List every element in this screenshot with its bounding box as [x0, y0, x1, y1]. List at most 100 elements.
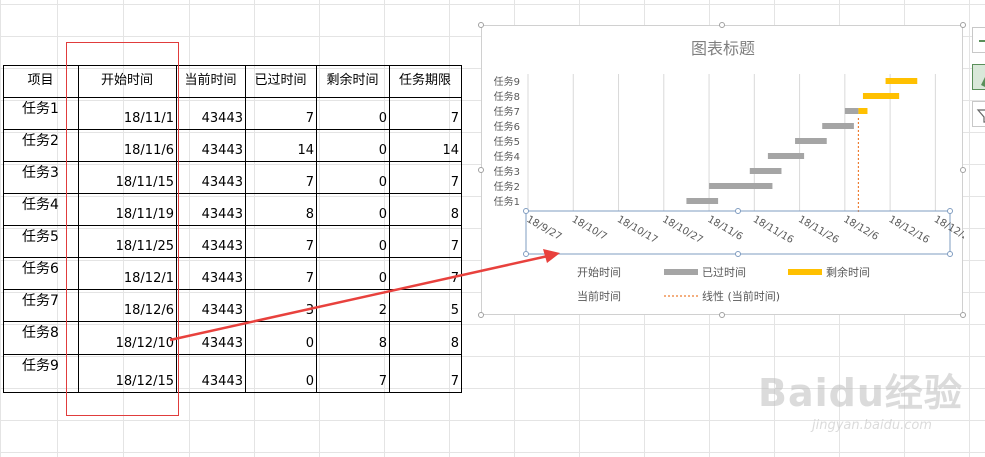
- legend-label: 已过时间: [702, 266, 746, 279]
- y-tick-label: 任务5: [494, 135, 520, 148]
- table-cell: 7: [450, 175, 459, 190]
- resize-handle-tl[interactable]: [478, 22, 484, 28]
- column-header: 剩余时间: [326, 73, 379, 88]
- watermark-url: jingyan.baidu.com: [812, 418, 932, 433]
- legend-label: 剩余时间: [826, 265, 870, 279]
- x-tick-label: 18/12/16: [887, 214, 931, 246]
- table-cell: 7: [305, 175, 314, 190]
- table-cell: 43443: [201, 143, 243, 158]
- table-cell: 7: [305, 239, 314, 254]
- table-cell: 0: [378, 271, 387, 286]
- watermark-logo: Baidu经验: [758, 362, 963, 417]
- x-tick-label: 18/11/16: [751, 214, 795, 246]
- x-tick-label: 18/12/6: [841, 214, 880, 243]
- resize-handle-bl[interactable]: [478, 312, 484, 318]
- table-cell: 7: [450, 374, 459, 389]
- axis-selection-handle: [947, 208, 953, 214]
- table-cell: 8: [305, 207, 314, 222]
- bar-elapsed: [767, 153, 805, 159]
- chart-canvas: 图表标题任务1任务2任务3任务4任务5任务6任务7任务8任务918/9/27 18…: [494, 39, 964, 303]
- table-vline: [245, 65, 246, 392]
- resize-handle-tm[interactable]: [719, 22, 725, 28]
- y-tick-label: 任务6: [494, 120, 520, 133]
- highlight-box-start-column: [66, 42, 179, 416]
- table-vline: [316, 65, 317, 392]
- bar-remaining: [862, 93, 900, 99]
- table-cell: 43443: [201, 207, 243, 222]
- table-cell: 7: [305, 111, 314, 126]
- axis-selection-handle: [523, 208, 529, 214]
- table-cell: 43443: [201, 175, 243, 190]
- bar-elapsed: [844, 108, 859, 114]
- table-cell: 8: [450, 207, 459, 222]
- resize-handle-mr[interactable]: [960, 167, 966, 173]
- table-vline: [389, 65, 390, 392]
- gantt-chart[interactable]: 图表标题 任务1 任务2 任务3 任务4 任务5 任务6 任务7 任务8 任务9 18/9/27 18…: [481, 25, 964, 315]
- y-tick-label: 任务2: [494, 180, 520, 193]
- bar-remaining: [858, 108, 868, 114]
- table-cell: 0: [378, 175, 387, 190]
- sheet-row-line: [0, 452, 985, 453]
- legend-label: 开始时间: [577, 265, 621, 279]
- table-cell: 7: [450, 271, 459, 286]
- bar-elapsed: [822, 123, 854, 129]
- column-header: 任务期限: [398, 73, 451, 88]
- resize-handle-bm[interactable]: [719, 312, 725, 318]
- axis-selection-handle: [947, 251, 953, 257]
- y-tick-label: 任务7: [494, 105, 520, 118]
- resize-handle-ml[interactable]: [478, 167, 484, 173]
- bar-elapsed: [709, 183, 773, 189]
- column-header: 当前时间: [184, 73, 237, 88]
- bar-remaining: [885, 78, 918, 84]
- bar-elapsed: [749, 168, 782, 174]
- x-tick-label: 18/9/27: [525, 214, 564, 243]
- bar-elapsed: [795, 138, 827, 144]
- y-tick-label: 任务8: [494, 90, 520, 103]
- x-tick-label: 18/10/7: [570, 214, 609, 243]
- table-cell: 43443: [201, 374, 243, 389]
- axis-selection-handle: [523, 251, 529, 257]
- x-tick-label: 18/12/26: [932, 214, 964, 246]
- axis-selection-handle: [735, 208, 741, 214]
- table-cell: 43443: [201, 271, 243, 286]
- column-header: 已过时间: [254, 73, 307, 88]
- table-cell: 2: [378, 303, 387, 318]
- table-cell: 0: [305, 374, 314, 389]
- table-vline: [461, 65, 462, 392]
- resize-handle-br[interactable]: [960, 312, 966, 318]
- table-cell: 0: [378, 239, 387, 254]
- x-tick-label: 18/10/17: [615, 214, 659, 246]
- table-cell: 7: [450, 239, 459, 254]
- x-tick-label: 18/10/27: [660, 214, 704, 246]
- table-cell: 43443: [201, 303, 243, 318]
- brush-icon: [981, 77, 985, 87]
- table-cell: 14: [297, 143, 314, 158]
- table-cell: 7: [305, 271, 314, 286]
- table-cell: 0: [378, 111, 387, 126]
- y-tick-label: 任务1: [494, 195, 520, 208]
- table-cell: 0: [378, 143, 387, 158]
- table-cell: 3: [305, 303, 314, 318]
- y-tick-label: 任务4: [494, 150, 520, 163]
- table-cell: 43443: [201, 336, 243, 351]
- chart-elements-button[interactable]: [972, 27, 985, 53]
- legend-label: 线性 (当前时间): [702, 289, 780, 303]
- x-tick-label: 18/11/6: [706, 214, 745, 243]
- sheet-row-line: [0, 4, 985, 5]
- table-cell: 8: [450, 336, 459, 351]
- x-tick-label: 18/11/26: [796, 214, 840, 246]
- plus-icon: [979, 40, 985, 42]
- legend-marker: [664, 269, 698, 275]
- resize-handle-tr[interactable]: [960, 22, 966, 28]
- table-cell: 0: [378, 207, 387, 222]
- y-tick-label: 任务9: [494, 75, 520, 88]
- chart-filters-button[interactable]: [972, 101, 985, 127]
- chart-styles-button[interactable]: [972, 64, 985, 90]
- legend-label: 当前时间: [577, 289, 621, 303]
- table-cell: 7: [378, 374, 387, 389]
- bar-elapsed: [686, 198, 719, 204]
- filter-icon: [976, 109, 985, 123]
- axis-selection-handle: [735, 251, 741, 257]
- table-cell: 7: [450, 111, 459, 126]
- table-vline: [3, 65, 4, 392]
